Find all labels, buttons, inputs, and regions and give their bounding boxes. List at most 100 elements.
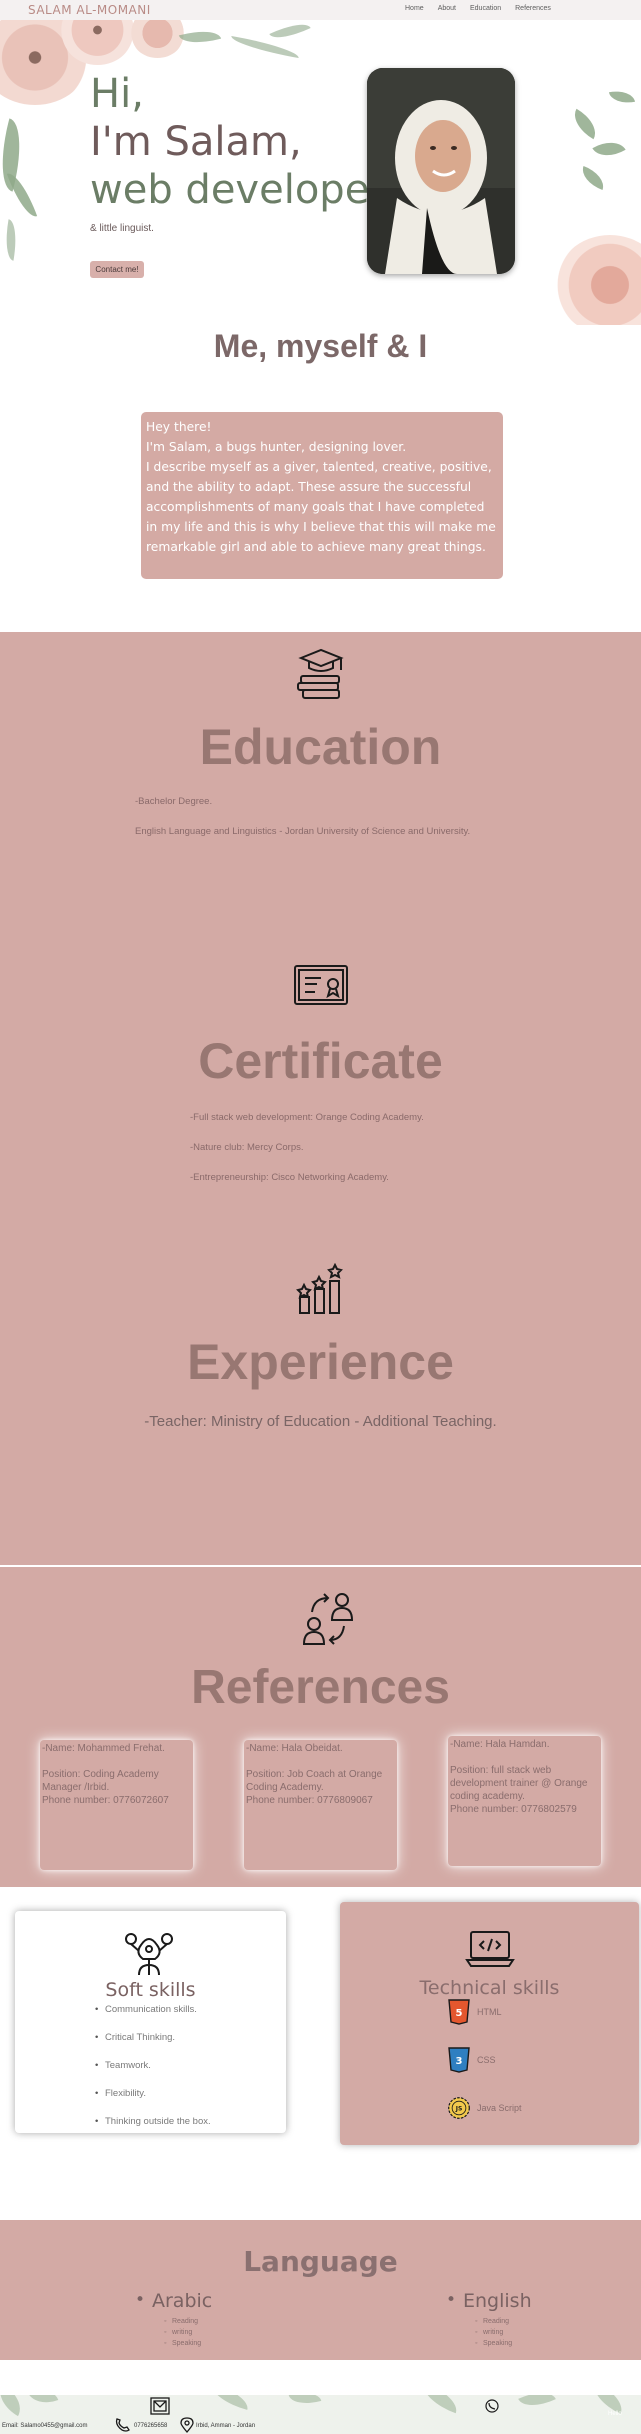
leaf-decoration: [6, 169, 38, 221]
phone-icon: [115, 2418, 130, 2432]
soft-skills-title: Soft skills: [105, 1979, 196, 2001]
language-skill: Speaking: [164, 2340, 201, 2347]
references-title: References: [191, 1661, 450, 1714]
leaf-decoration: [1, 219, 21, 261]
leaf-decoration: [27, 2395, 59, 2409]
contact-me-button[interactable]: Contact me!: [90, 261, 144, 278]
tech-skill-label: CSS: [477, 2055, 496, 2065]
tech-skill-label: HTML: [477, 2007, 502, 2017]
soft-skill-item: Communication skills.: [95, 2004, 197, 2015]
leaf-decoration: [578, 166, 608, 190]
education-degree: -Bachelor Degree.: [135, 796, 213, 807]
laptop-code-icon: [465, 1931, 515, 1967]
language-name: English: [446, 2290, 532, 2312]
nav-home-link[interactable]: Home: [405, 5, 424, 12]
flower-decoration: [555, 235, 641, 325]
reference-card: -Name: Hala Hamdan. Position: full stack…: [448, 1736, 601, 1866]
footer-location: Irbid, Amman - Jordan: [196, 2423, 256, 2429]
top-navbar: SALAM AL-MOMANI Home About Education Ref…: [0, 0, 641, 20]
profile-photo: [367, 68, 515, 274]
javascript-icon: JS: [447, 2095, 471, 2121]
certificate-title: Certificate: [198, 1033, 443, 1089]
language-section: [0, 2220, 641, 2360]
flower-decoration: [130, 20, 185, 58]
footer-email[interactable]: Email: Salamo0455@gmail.com: [2, 2423, 87, 2429]
reference-position: Position: full stack web development tra…: [450, 1765, 588, 1802]
tech-skill-label: Java Script: [477, 2103, 522, 2113]
certificate-item: -Entrepreneurship: Cisco Networking Acad…: [190, 1172, 389, 1183]
about-body: I describe myself as a giver, talented, …: [146, 460, 496, 554]
soft-skills-card: Soft skills Communication skills. Critic…: [15, 1911, 286, 2133]
certificate-item: -Full stack web development: Orange Codi…: [190, 1112, 424, 1123]
leaf-decoration: [418, 2395, 462, 2414]
leaf-decoration: [608, 88, 636, 106]
soft-skill-item: Critical Thinking.: [95, 2032, 175, 2043]
nav-education-link[interactable]: Education: [470, 5, 501, 12]
reference-card: -Name: Hala Obeidat. Position: Job Coach…: [244, 1740, 397, 1870]
language-skill: Reading: [164, 2318, 198, 2325]
hero-greeting: Hi,: [90, 71, 144, 117]
hero-subtitle: & little linguist.: [90, 223, 154, 234]
language-skill: writing: [475, 2329, 503, 2336]
hero-section: Hi, I'm Salam, web developer & little li…: [0, 20, 641, 325]
brand-logo-text[interactable]: SALAM AL-MOMANI: [28, 3, 151, 17]
reference-name: -Name: Mohammed Frehat.: [42, 1743, 165, 1754]
about-title: Me, myself & I: [213, 328, 428, 364]
brain-gears-icon: [125, 1933, 173, 1976]
html5-icon: 5: [447, 1999, 471, 2025]
whatsapp-icon: [485, 2399, 499, 2413]
leaf-decoration: [518, 2395, 556, 2414]
leaf-decoration: [178, 25, 222, 49]
footer-corner-text: Hello: [608, 2411, 622, 2417]
footer-phone[interactable]: 0776265658: [134, 2423, 167, 2429]
location-pin-icon: [180, 2417, 194, 2433]
leaf-decoration: [288, 2395, 322, 2409]
leaf-decoration: [567, 108, 603, 140]
svg-text:5: 5: [456, 2008, 463, 2019]
css3-icon: 3: [447, 2047, 471, 2073]
email-icon: [150, 2397, 170, 2415]
reference-phone: Phone number: 0776809067: [246, 1795, 373, 1806]
reference-position: Position: Coding Academy Manager /Irbid.: [42, 1769, 159, 1793]
reference-name: -Name: Hala Obeidat.: [246, 1743, 343, 1754]
people-exchange-icon: [302, 1593, 354, 1645]
education-detail: English Language and Linguistics - Jorda…: [135, 826, 471, 837]
reference-position: Position: Job Coach at Orange Coding Aca…: [246, 1769, 383, 1793]
footer: Email: Salamo0455@gmail.com 0776265658 I…: [0, 2395, 641, 2434]
leaf-decoration: [0, 2395, 28, 2417]
reference-phone: Phone number: 0776802579: [450, 1804, 577, 1815]
tech-skill-javascript: JS Java Script: [447, 2095, 522, 2121]
leaf-decoration: [208, 2395, 252, 2410]
books-graduation-icon: [297, 648, 344, 699]
language-skill: Speaking: [475, 2340, 512, 2347]
nav-about-link[interactable]: About: [438, 5, 456, 12]
about-greeting: Hey there!: [146, 420, 212, 434]
achievement-stars-icon: [296, 1263, 343, 1314]
leaf-decoration: [229, 35, 301, 59]
soft-skill-item: Thinking outside the box.: [95, 2116, 211, 2127]
about-card: Hey there! I'm Salam, a bugs hunter, des…: [141, 412, 503, 579]
reference-phone: Phone number: 0776072607: [42, 1795, 169, 1806]
soft-skill-item: Teamwork.: [95, 2060, 151, 2071]
svg-text:JS: JS: [455, 2106, 463, 2113]
certificate-item: -Nature club: Mercy Corps.: [190, 1142, 304, 1153]
hero-title: Hi, I'm Salam, web developer: [90, 70, 386, 214]
nav-links: Home About Education References: [405, 5, 551, 12]
language-skill: writing: [164, 2329, 192, 2336]
tech-skill-css: 3 CSS: [447, 2047, 496, 2073]
language-name: Arabic: [135, 2290, 212, 2312]
tech-skill-html: 5 HTML: [447, 1999, 502, 2025]
technical-skills-title: Technical skills: [419, 1977, 560, 1999]
leaf-decoration: [269, 20, 311, 45]
soft-skill-item: Flexibility.: [95, 2088, 146, 2099]
reference-name: -Name: Hala Hamdan.: [450, 1739, 550, 1750]
nav-references-link[interactable]: References: [515, 5, 551, 12]
certificate-icon: [294, 965, 348, 1005]
experience-title: Experience: [187, 1334, 454, 1390]
language-title: Language: [243, 2245, 398, 2278]
hero-name: I'm Salam,: [90, 119, 302, 165]
hero-role: web developer: [90, 167, 386, 213]
